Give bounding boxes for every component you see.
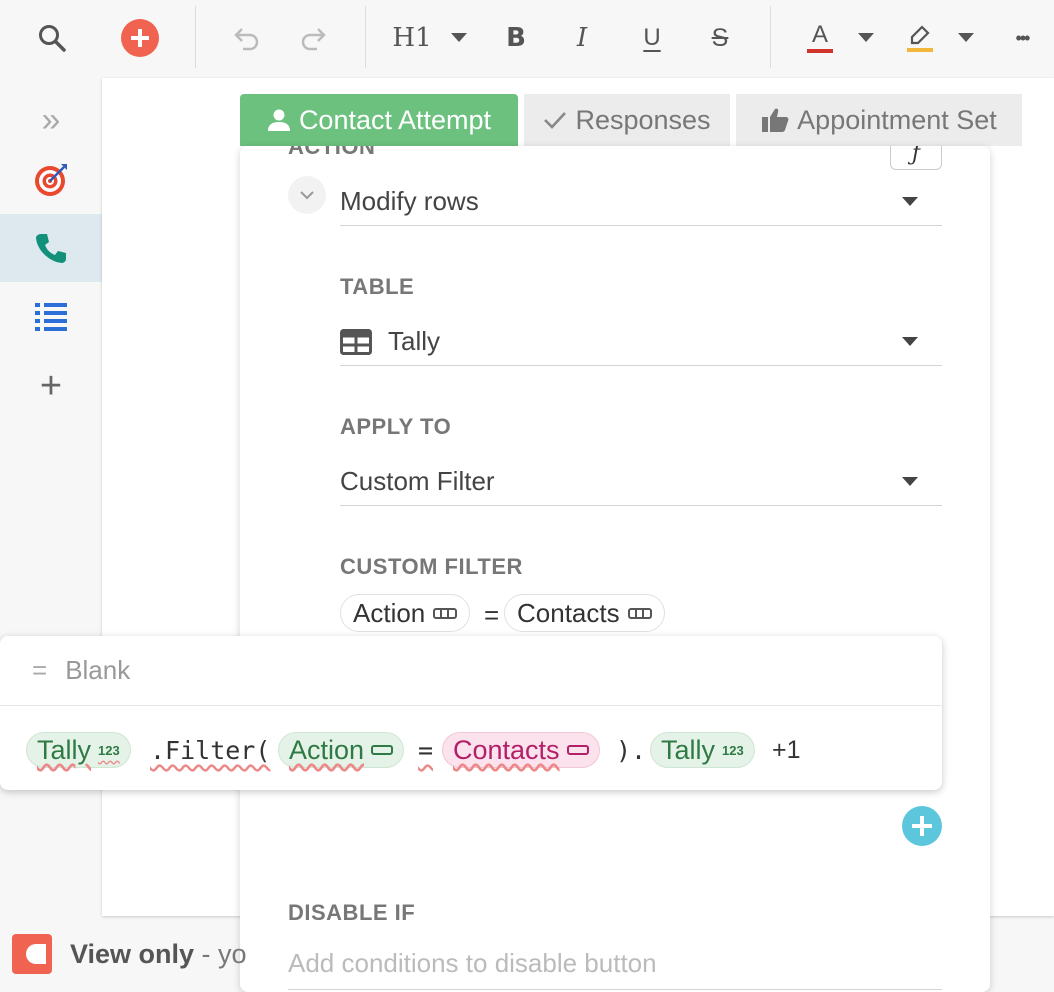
tab-label: Contact Attempt bbox=[298, 104, 492, 135]
action-select[interactable]: Modify rows bbox=[340, 178, 942, 226]
view-only-banner: View only - yo bbox=[12, 932, 247, 976]
column-icon bbox=[627, 607, 652, 619]
undo-icon[interactable] bbox=[228, 18, 264, 58]
filter-chip-contacts[interactable]: Contacts bbox=[504, 594, 665, 632]
sidebar-add-button[interactable]: + bbox=[0, 352, 102, 420]
formula-editor: = Blank Tally 123 .Filter( Action = Cont… bbox=[0, 636, 942, 790]
formula-input[interactable]: Tally 123 .Filter( Action = Contacts ). … bbox=[0, 708, 942, 790]
chevron-down-icon[interactable] bbox=[955, 18, 977, 58]
apply-to-select[interactable]: Custom Filter bbox=[340, 458, 942, 506]
toolbar-divider bbox=[365, 6, 366, 68]
formula-close-paren: ). bbox=[616, 736, 647, 765]
formula-name: Blank bbox=[65, 655, 131, 685]
table-icon bbox=[340, 328, 372, 355]
tab-label: Appointment Set bbox=[797, 104, 997, 135]
coda-logo-icon bbox=[12, 934, 52, 974]
fx-button[interactable]: ƒ bbox=[890, 146, 942, 170]
highlight-color-bar bbox=[907, 47, 933, 52]
number-badge: 123 bbox=[722, 742, 744, 758]
custom-filter-label: CUSTOM FILTER bbox=[340, 554, 523, 579]
token-label: Contacts bbox=[453, 734, 560, 765]
bold-button[interactable]: B bbox=[500, 18, 532, 58]
sidebar-item-phone[interactable] bbox=[0, 214, 102, 282]
sidebar-expand[interactable]: » bbox=[0, 86, 102, 154]
column-icon bbox=[371, 745, 394, 755]
italic-button[interactable]: I bbox=[566, 18, 598, 58]
tab-contact-attempt[interactable]: Contact Attempt bbox=[240, 94, 518, 146]
chevron-down-icon[interactable] bbox=[855, 18, 877, 58]
caret-down-icon bbox=[902, 197, 918, 206]
chip-label: Action bbox=[353, 597, 426, 628]
table-label: TABLE bbox=[340, 274, 415, 299]
list-icon bbox=[35, 303, 67, 331]
filter-chip-action[interactable]: Action bbox=[340, 594, 471, 632]
chevron-down-icon[interactable] bbox=[448, 18, 470, 58]
table-select[interactable]: Tally bbox=[340, 318, 942, 366]
formula-token-contacts[interactable]: Contacts bbox=[442, 732, 600, 768]
text-color-label: A bbox=[811, 21, 828, 48]
filter-operator: = bbox=[484, 600, 500, 630]
number-badge: 123 bbox=[98, 742, 120, 758]
disable-if-input[interactable]: Add conditions to disable button bbox=[288, 938, 942, 990]
toolbar-divider bbox=[770, 6, 771, 68]
apply-to-label: APPLY TO bbox=[340, 414, 452, 439]
target-icon bbox=[35, 164, 67, 196]
formula-token-tally[interactable]: Tally 123 bbox=[26, 732, 131, 768]
add-circle-icon[interactable] bbox=[118, 18, 162, 58]
formula-suffix: +1 bbox=[772, 736, 801, 764]
redo-icon[interactable] bbox=[296, 18, 332, 58]
sidebar-item-list[interactable] bbox=[0, 282, 102, 350]
token-label: Action bbox=[289, 734, 365, 765]
heading-button[interactable]: H1 bbox=[392, 18, 432, 58]
text-color-button[interactable]: A bbox=[804, 18, 836, 58]
tab-appointment-set[interactable]: Appointment Set bbox=[736, 94, 1022, 146]
view-only-label: View only bbox=[70, 938, 195, 969]
action-label: ACTION bbox=[288, 146, 376, 159]
tab-label: Responses bbox=[575, 104, 711, 135]
table-value: Tally bbox=[388, 326, 441, 356]
caret-down-icon bbox=[902, 337, 918, 346]
caret-down-icon bbox=[902, 477, 918, 486]
chip-label: Contacts bbox=[517, 597, 620, 628]
toolbar: H1 B I U S A ••• bbox=[0, 0, 1054, 78]
more-icon[interactable]: ••• bbox=[1002, 18, 1042, 58]
text-color-bar bbox=[807, 49, 833, 53]
token-label: Tally bbox=[37, 734, 92, 765]
column-icon bbox=[433, 607, 458, 619]
underline-button[interactable]: U bbox=[636, 18, 668, 58]
action-value: Modify rows bbox=[340, 186, 479, 216]
highlighter-icon[interactable] bbox=[904, 18, 936, 58]
view-only-rest: - yo bbox=[194, 938, 247, 969]
formula-header: = Blank bbox=[0, 636, 942, 706]
token-label: Tally bbox=[661, 734, 716, 765]
formula-equals-op: = bbox=[418, 736, 434, 765]
chevron-down-icon bbox=[300, 190, 314, 199]
collapse-toggle[interactable] bbox=[288, 176, 326, 214]
column-icon bbox=[566, 745, 589, 755]
search-icon[interactable] bbox=[34, 18, 70, 58]
add-circle-icon[interactable] bbox=[902, 806, 942, 846]
formula-token-tally-2[interactable]: Tally 123 bbox=[650, 732, 755, 768]
button-config-panel: ACTION ƒ Modify rows TABLE Tally APPLY T… bbox=[240, 146, 990, 992]
apply-to-value: Custom Filter bbox=[340, 466, 495, 496]
thumbs-up-icon bbox=[762, 108, 789, 132]
sidebar-item-target[interactable] bbox=[0, 146, 102, 214]
formula-filter-call: .Filter( bbox=[150, 736, 271, 765]
formula-equals: = bbox=[32, 655, 48, 685]
check-icon bbox=[544, 112, 567, 129]
person-icon bbox=[267, 109, 290, 131]
view-only-text: View only - yo bbox=[70, 939, 247, 970]
sidebar: » + bbox=[0, 78, 102, 992]
phone-icon bbox=[36, 234, 66, 263]
toolbar-divider bbox=[195, 6, 196, 68]
formula-token-action[interactable]: Action bbox=[278, 732, 405, 768]
disable-if-label: DISABLE IF bbox=[288, 900, 416, 925]
strikethrough-button[interactable]: S bbox=[704, 18, 736, 58]
tab-responses[interactable]: Responses bbox=[524, 94, 730, 146]
disable-if-placeholder: Add conditions to disable button bbox=[288, 948, 657, 978]
